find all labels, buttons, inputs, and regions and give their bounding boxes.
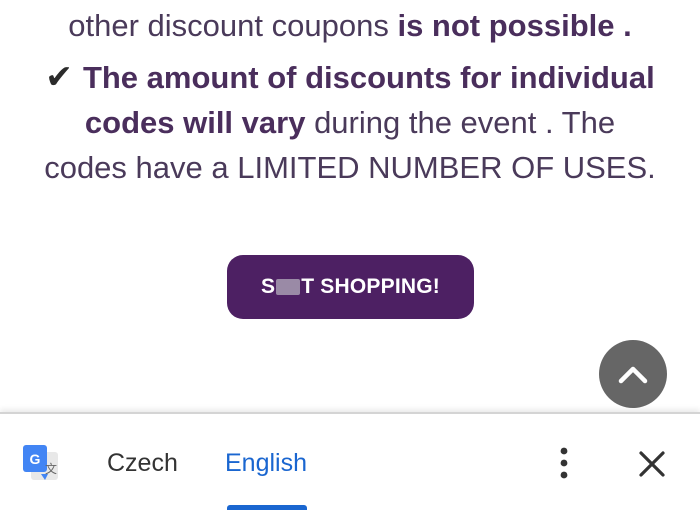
info-line-4: codes have a LIMITED NUMBER OF USES. [0, 148, 700, 188]
chevron-up-icon [618, 366, 648, 384]
selected-language-indicator [227, 505, 307, 510]
google-translate-icon: G 文 [23, 445, 58, 480]
redacted-text [276, 279, 301, 296]
info-line-1-bold: is not possible . [397, 8, 632, 43]
info-line-2-bold: The amount of discounts for individual [82, 60, 655, 95]
info-line-3: codes will vary during the event . The [0, 103, 700, 143]
info-line-4-plain: codes have a LIMITED NUMBER OF USES. [44, 150, 656, 185]
svg-text:G: G [30, 451, 41, 467]
svg-text:文: 文 [45, 461, 57, 476]
info-line-3-bold: codes will vary [84, 105, 306, 140]
info-line-3-plain: during the event . The [305, 105, 616, 140]
language-tab-czech[interactable]: Czech [107, 446, 178, 480]
language-tab-english[interactable]: English [225, 446, 307, 480]
check-icon: ✔ [45, 58, 73, 95]
start-shopping-button[interactable]: S T SHOPPING! [227, 255, 474, 319]
info-line-2: ✔ The amount of discounts for individual [0, 57, 700, 98]
info-line-1-plain: other discount coupons [68, 8, 398, 43]
page: other discount coupons is not possible .… [0, 0, 700, 525]
shop-button-label-end: T SHOPPING! [301, 275, 440, 298]
coupon-info-section: other discount coupons is not possible .… [0, 0, 700, 412]
shop-button-label-start: S [261, 275, 276, 298]
info-line-1: other discount coupons is not possible . [0, 6, 700, 46]
translate-bar: G 文 Czech English [0, 412, 700, 525]
scroll-to-top-button[interactable] [599, 340, 667, 408]
close-icon[interactable] [638, 450, 666, 478]
more-vert-icon[interactable] [552, 446, 576, 480]
